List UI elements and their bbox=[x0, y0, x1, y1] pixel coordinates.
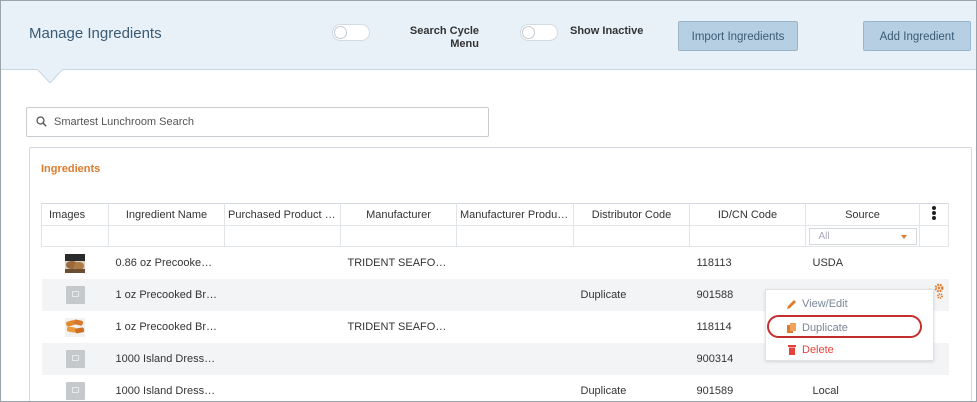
filter-cell-empty bbox=[919, 225, 949, 247]
filter-cell-manufacturer[interactable] bbox=[340, 225, 457, 247]
column-header-manufacturer-product[interactable]: Manufacturer Produc... bbox=[456, 203, 574, 226]
image-cell bbox=[42, 311, 109, 343]
pencil-icon bbox=[787, 300, 796, 309]
distributor-code-cell bbox=[574, 311, 690, 343]
purchased-product-cell bbox=[225, 247, 341, 280]
image-cell bbox=[42, 375, 109, 401]
distributor-code-cell: Duplicate bbox=[573, 279, 690, 311]
manufacturer-cell: TRIDENT SEAFOO... bbox=[347, 321, 454, 333]
ingredient-name-cell: 1 oz Precooked Bre... bbox=[108, 279, 225, 311]
filter-cell-images bbox=[41, 225, 109, 247]
column-header-distributor-code[interactable]: Distributor Code bbox=[573, 203, 690, 226]
source-filter-select[interactable]: All bbox=[808, 227, 917, 245]
purchased-product-cell bbox=[225, 311, 341, 343]
page-title: Manage Ingredients bbox=[29, 25, 162, 42]
import-ingredients-button[interactable]: Import Ingredients bbox=[678, 21, 798, 51]
toggle-knob bbox=[334, 26, 347, 39]
purchased-product-cell bbox=[225, 375, 341, 401]
source-cell: USDA bbox=[812, 257, 844, 269]
ingredients-panel: Ingredients Images Ingredient Name Purch… bbox=[29, 147, 972, 401]
distributor-code-cell bbox=[573, 343, 690, 375]
idcn-code-cell: 901589 bbox=[696, 385, 734, 397]
seafood-photo-thumbnail bbox=[65, 253, 85, 273]
manufacturer-cell bbox=[340, 343, 457, 375]
header-row: Images Ingredient Name Purchased Product… bbox=[41, 203, 949, 226]
table-row[interactable]: 1000 Island Dressing Duplicate 901589 Lo… bbox=[42, 375, 949, 401]
filter-cell-ingredient-name[interactable] bbox=[108, 225, 225, 247]
ingredient-name-cell: 1000 Island Dressing bbox=[108, 343, 225, 375]
app-frame: Manage Ingredients Search Cycle Menu Sho… bbox=[0, 0, 977, 402]
ingredients-section-title: Ingredients bbox=[41, 163, 101, 175]
search-box[interactable] bbox=[26, 107, 489, 137]
filter-cell-purchased-product[interactable] bbox=[224, 225, 341, 247]
column-header-ingredient-name[interactable]: Ingredient Name bbox=[108, 203, 225, 226]
distributor-code-cell: Duplicate bbox=[580, 385, 627, 397]
idcn-code-cell: 118113 bbox=[696, 257, 732, 269]
ingredient-name-cell: 1000 Island Dressing bbox=[115, 385, 219, 397]
filter-cell-source: All bbox=[805, 225, 920, 247]
manufacturer-cell bbox=[341, 375, 457, 401]
manufacturer-product-cell bbox=[456, 279, 574, 311]
column-header-manufacturer[interactable]: Manufacturer bbox=[340, 203, 457, 226]
column-header-purchased-product[interactable]: Purchased Product N... bbox=[224, 203, 341, 226]
fish-sticks-photo-thumbnail bbox=[65, 317, 85, 337]
search-cycle-toggle[interactable] bbox=[332, 24, 370, 41]
filter-cell-idcn-code[interactable] bbox=[689, 225, 806, 247]
purchased-product-cell bbox=[224, 279, 341, 311]
row-actions-cell bbox=[920, 247, 949, 280]
add-ingredient-button[interactable]: Add Ingredient bbox=[863, 21, 971, 51]
filter-cell-manufacturer-product[interactable] bbox=[456, 225, 574, 247]
manufacturer-cell bbox=[340, 279, 457, 311]
show-inactive-toggle[interactable] bbox=[520, 24, 558, 41]
search-cycle-label: Search Cycle Menu bbox=[409, 25, 479, 50]
trash-icon bbox=[788, 345, 796, 355]
filter-cell-distributor-code[interactable] bbox=[573, 225, 690, 247]
column-header-source[interactable]: Source bbox=[805, 203, 920, 226]
header-pointer bbox=[37, 69, 63, 83]
show-inactive-label: Show Inactive bbox=[570, 25, 644, 37]
manufacturer-product-cell bbox=[457, 311, 574, 343]
duplicate-highlight-annotation bbox=[767, 315, 922, 338]
search-input[interactable] bbox=[54, 113, 474, 131]
image-placeholder-icon bbox=[65, 350, 85, 368]
image-placeholder-icon bbox=[65, 382, 85, 400]
source-cell: Local bbox=[812, 385, 839, 397]
column-header-images[interactable]: Images bbox=[41, 203, 109, 226]
column-header-idcn-code[interactable]: ID/CN Code bbox=[689, 203, 806, 226]
ingredient-name-cell: 1 oz Precooked Bre... bbox=[115, 321, 222, 333]
row-actions-cell bbox=[920, 375, 949, 401]
purchased-product-cell bbox=[224, 343, 341, 375]
manufacturer-product-cell bbox=[456, 343, 574, 375]
column-menu[interactable] bbox=[919, 203, 949, 226]
source-filter-value: All bbox=[818, 230, 830, 242]
table-row[interactable]: 0.86 oz Precooked F... TRIDENT SEAFOO...… bbox=[42, 247, 949, 280]
ingredient-name-cell: 0.86 oz Precooked F... bbox=[115, 257, 225, 269]
image-cell bbox=[41, 279, 109, 311]
filter-row: All bbox=[41, 225, 949, 247]
page-header: Manage Ingredients Search Cycle Menu Sho… bbox=[1, 1, 976, 70]
manufacturer-product-cell bbox=[457, 247, 574, 280]
chevron-down-icon bbox=[900, 234, 907, 239]
vertical-dots-icon[interactable] bbox=[932, 205, 936, 221]
manufacturer-product-cell bbox=[457, 375, 574, 401]
toggle-knob bbox=[522, 26, 535, 39]
image-cell bbox=[42, 247, 109, 280]
search-icon bbox=[36, 116, 47, 127]
image-cell bbox=[41, 343, 109, 375]
manufacturer-cell: TRIDENT SEAFOO... bbox=[347, 257, 454, 269]
distributor-code-cell bbox=[574, 247, 690, 280]
image-placeholder-icon bbox=[65, 286, 85, 304]
